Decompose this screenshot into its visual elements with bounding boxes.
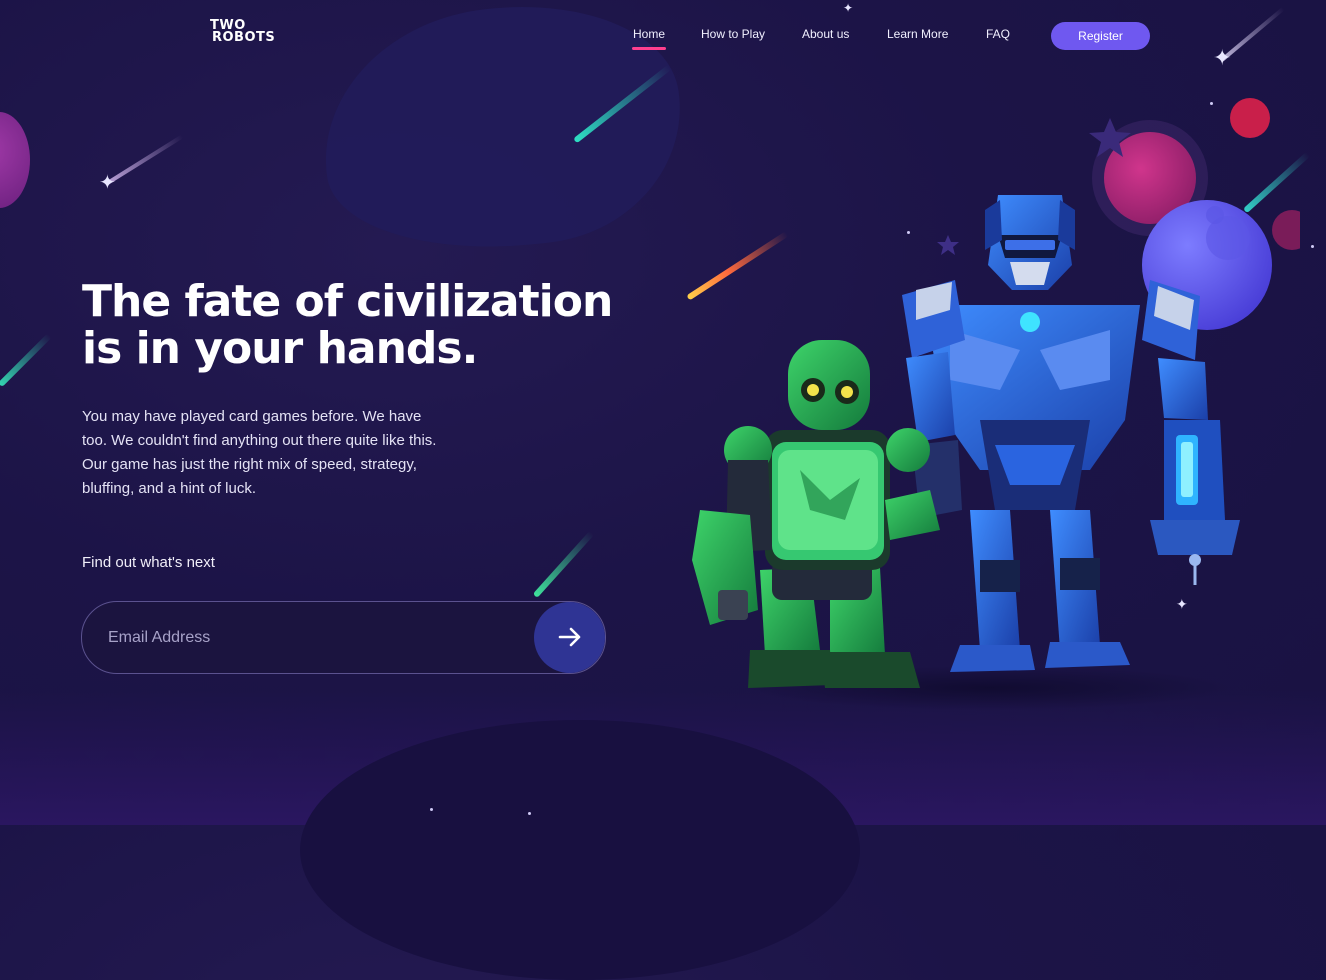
- crater: [1206, 206, 1224, 224]
- nav-item-learn-more[interactable]: Learn More: [887, 27, 948, 41]
- robots-illustration: [680, 90, 1312, 710]
- sparkle-icon: ✦: [99, 172, 116, 194]
- sparkle-icon: ✦: [1213, 45, 1232, 70]
- meteor-streak: [532, 530, 595, 599]
- hero-title-line-1: The fate of civilization: [82, 276, 613, 327]
- hero-title-line-2: is in your hands.: [82, 323, 478, 374]
- planet-decoration: [0, 112, 30, 208]
- cta-label: Find out what's next: [82, 554, 215, 571]
- two-robots-logo[interactable]: TWO ROBOTS: [210, 19, 290, 50]
- green-robot: [692, 340, 940, 688]
- planet-red: [1230, 98, 1270, 138]
- star-dot: [1311, 245, 1314, 248]
- hero-title: The fate of civilization is in your hand…: [82, 278, 642, 372]
- sparkle-icon: ✦: [843, 1, 854, 15]
- star-dot: [430, 808, 433, 811]
- arrow-right-icon: [558, 627, 580, 646]
- nav-item-how-to-play[interactable]: How to Play: [701, 27, 765, 41]
- background-hill: [300, 720, 860, 980]
- logo-line-2: ROBOTS: [212, 30, 276, 45]
- nav-active-indicator: [632, 47, 666, 50]
- email-signup-form: [81, 601, 606, 674]
- meteor-streak: [104, 134, 184, 186]
- planet-magenta: [1272, 210, 1312, 250]
- nav-item-home[interactable]: Home: [633, 27, 665, 41]
- email-input[interactable]: [106, 622, 530, 654]
- robots-artwork: [692, 98, 1312, 710]
- meteor-streak: [0, 333, 52, 388]
- nav-item-about-us[interactable]: About us: [802, 27, 849, 41]
- hero-lead: You may have played card games before. W…: [82, 408, 437, 497]
- register-button[interactable]: Register: [1051, 22, 1150, 50]
- nav-item-faq[interactable]: FAQ: [986, 27, 1010, 41]
- star-shape: [937, 235, 959, 255]
- submit-button[interactable]: [534, 602, 605, 673]
- star-dot: [528, 812, 531, 815]
